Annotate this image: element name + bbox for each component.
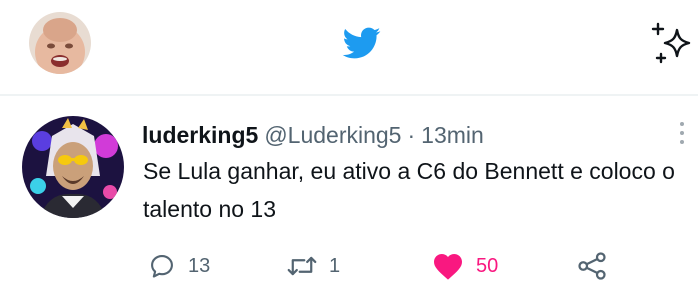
profile-avatar-image (29, 12, 91, 74)
tweet-actions: 13 1 50 (0, 246, 698, 286)
retweet-button[interactable]: 1 (287, 246, 340, 286)
profile-avatar[interactable] (29, 12, 91, 74)
reply-icon (151, 255, 173, 278)
heart-icon (434, 254, 462, 280)
like-button[interactable]: 50 (432, 246, 498, 286)
author-avatar-image (22, 116, 124, 218)
reply-count: 13 (188, 255, 211, 277)
sparkle-icon[interactable] (650, 20, 696, 66)
author-handle[interactable]: @Luderking5 (264, 122, 401, 148)
author-display-name[interactable]: luderking5 (142, 122, 258, 148)
like-count: 50 (476, 255, 499, 277)
tweet[interactable]: luderking5 @Luderking5 · 13min Se Lula ganh… (0, 96, 698, 302)
retweet-icon (287, 256, 317, 276)
tweet-timestamp[interactable]: 13min (421, 122, 484, 148)
tweet-text: Se Lula ganhar, eu ativo a C6 do Bennett… (143, 158, 675, 222)
retweet-count: 1 (329, 255, 341, 277)
share-icon (578, 252, 606, 280)
reply-button[interactable]: 13 (148, 246, 210, 286)
author-avatar[interactable] (22, 116, 124, 218)
twitter-bird-icon[interactable] (337, 23, 385, 63)
tweet-header: luderking5 @Luderking5 · 13min (142, 120, 484, 150)
share-button[interactable] (577, 246, 607, 286)
header-separator: · (407, 122, 416, 148)
top-bar (0, 0, 698, 88)
more-options-icon[interactable] (676, 122, 688, 148)
